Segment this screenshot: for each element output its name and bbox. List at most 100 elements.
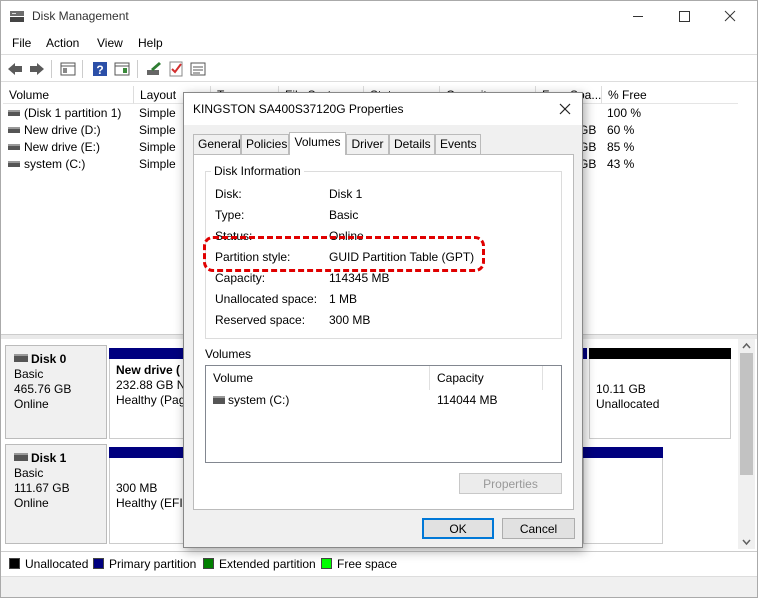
dialog-title: KINGSTON SA400S37120G Properties	[193, 102, 404, 116]
volumes-section-label: Volumes	[205, 347, 252, 361]
disk-icon	[14, 453, 28, 461]
volume-percent-free: 43 %	[607, 157, 635, 171]
close-button[interactable]	[707, 1, 753, 32]
disk-1-size: 111.67 GB	[14, 481, 70, 495]
window-title: Disk Management	[32, 9, 129, 23]
field-label-unallocated-space: Unallocated space:	[215, 292, 318, 306]
drive-icon	[8, 127, 20, 133]
field-label-type: Type:	[215, 208, 245, 222]
scroll-up-icon[interactable]	[738, 339, 755, 353]
volume-name: New drive (E:)	[24, 140, 101, 154]
disk-0-info[interactable]: Disk 0 Basic 465.76 GB Online	[5, 345, 107, 439]
tab-general[interactable]: General	[193, 134, 241, 154]
forward-arrow-icon[interactable]	[28, 60, 46, 78]
cancel-button[interactable]: Cancel	[502, 518, 575, 539]
tab-volumes[interactable]: Volumes	[289, 132, 346, 155]
volume-layout: Simple	[139, 106, 176, 120]
list-header-capacity[interactable]: Capacity	[430, 366, 543, 390]
disk-1-partition-system[interactable]	[583, 458, 663, 544]
maximize-icon	[679, 11, 690, 22]
field-value-reserved-space: 300 MB	[329, 313, 371, 327]
back-arrow-icon[interactable]	[6, 60, 24, 78]
disk-management-app-icon	[10, 11, 24, 22]
legend-swatch-free-space	[321, 558, 332, 569]
properties-icon[interactable]	[189, 60, 207, 78]
legend-swatch-extended	[203, 558, 214, 569]
volumes-tab-panel: Disk Information Disk: Disk 1 Type: Basi…	[193, 154, 574, 510]
partition-size: 232.88 GB NT	[116, 378, 193, 392]
drive-icon	[213, 396, 225, 404]
disk-1-name: Disk 1	[14, 451, 98, 466]
scroll-down-icon[interactable]	[738, 535, 755, 549]
graph-vertical-scrollbar[interactable]	[738, 339, 755, 549]
volume-layout: Simple	[139, 157, 176, 171]
disk-0-label: Disk 0	[31, 352, 67, 366]
list-item-capacity: 114044 MB	[437, 393, 498, 407]
show-hide-action-pane-icon[interactable]	[113, 60, 131, 78]
volumes-listview[interactable]: Volume Capacity system (C:) 114044 MB	[205, 365, 562, 463]
connect-disk-icon[interactable]	[145, 60, 163, 78]
highlight-annotation	[203, 236, 485, 272]
properties-button[interactable]: Properties	[459, 473, 562, 494]
minimize-button[interactable]	[615, 1, 661, 32]
properties-dialog: KINGSTON SA400S37120G Properties General…	[183, 92, 583, 548]
field-value-capacity: 114345 MB	[329, 271, 390, 285]
toolbar-separator	[51, 60, 52, 78]
volume-name: system (C:)	[24, 157, 86, 171]
menu-view[interactable]: View	[97, 36, 123, 50]
disk-1-status: Online	[14, 496, 49, 510]
checklist-icon[interactable]	[167, 60, 185, 78]
partition-status: Healthy (EFI S	[116, 496, 195, 510]
show-hide-console-tree-icon[interactable]	[59, 60, 77, 78]
legend-label-extended: Extended partition	[219, 557, 316, 571]
list-item[interactable]: system (C:) 114044 MB	[213, 393, 553, 409]
field-value-unallocated-space: 1 MB	[329, 292, 358, 306]
column-header-volume[interactable]: Volume	[3, 86, 134, 104]
field-value-disk: Disk 1	[329, 187, 363, 201]
legend-label-unallocated: Unallocated	[25, 557, 89, 571]
field-label-reserved-space: Reserved space:	[215, 313, 306, 327]
toolbar-separator	[137, 60, 138, 78]
disk-1-info[interactable]: Disk 1 Basic 111.67 GB Online	[5, 444, 107, 544]
dialog-close-icon[interactable]	[552, 97, 578, 121]
menu-bar: File Action View Help	[1, 32, 757, 54]
list-item-volume: system (C:)	[228, 393, 290, 407]
disk-0-size: 465.76 GB	[14, 382, 72, 396]
disk-1-label: Disk 1	[31, 451, 67, 465]
toolbar: ?	[1, 54, 757, 82]
tab-policies[interactable]: Policies	[241, 134, 289, 154]
disk-0-type: Basic	[14, 367, 44, 381]
svg-text:?: ?	[96, 63, 103, 77]
volume-percent-free: 85 %	[607, 140, 635, 154]
volume-name: New drive (D:)	[24, 123, 101, 137]
list-header-volume[interactable]: Volume	[206, 366, 430, 390]
help-icon[interactable]: ?	[91, 60, 109, 78]
volume-layout: Simple	[139, 123, 176, 137]
tab-events[interactable]: Events	[435, 134, 481, 154]
drive-icon	[8, 144, 20, 150]
tab-details[interactable]: Details	[389, 134, 435, 154]
menu-help[interactable]: Help	[138, 36, 163, 50]
legend-swatch-primary	[93, 558, 104, 569]
unallocated-band	[589, 348, 731, 359]
disk-1-type: Basic	[14, 466, 44, 480]
tab-driver[interactable]: Driver	[346, 134, 389, 154]
maximize-button[interactable]	[661, 1, 707, 32]
unallocated-size: 10.11 GB	[596, 382, 646, 396]
disk-0-status: Online	[14, 397, 49, 411]
volume-name: (Disk 1 partition 1)	[24, 106, 122, 120]
volume-percent-free: 60 %	[607, 123, 635, 137]
volume-percent-free: 100 %	[607, 106, 642, 120]
toolbar-separator	[82, 60, 83, 78]
dialog-title-bar: KINGSTON SA400S37120G Properties	[184, 93, 582, 125]
column-header-percent-free[interactable]: % Free	[602, 86, 738, 104]
field-value-type: Basic	[329, 208, 359, 222]
close-icon	[724, 10, 736, 22]
scrollbar-thumb[interactable]	[740, 353, 753, 475]
menu-file[interactable]: File	[12, 36, 31, 50]
disk-0-unallocated[interactable]: 10.11 GB Unallocated	[589, 359, 731, 439]
disk-0-name: Disk 0	[14, 352, 98, 367]
ok-button[interactable]: OK	[422, 518, 494, 539]
menu-action[interactable]: Action	[46, 36, 79, 50]
partition-name: New drive (	[116, 363, 181, 377]
